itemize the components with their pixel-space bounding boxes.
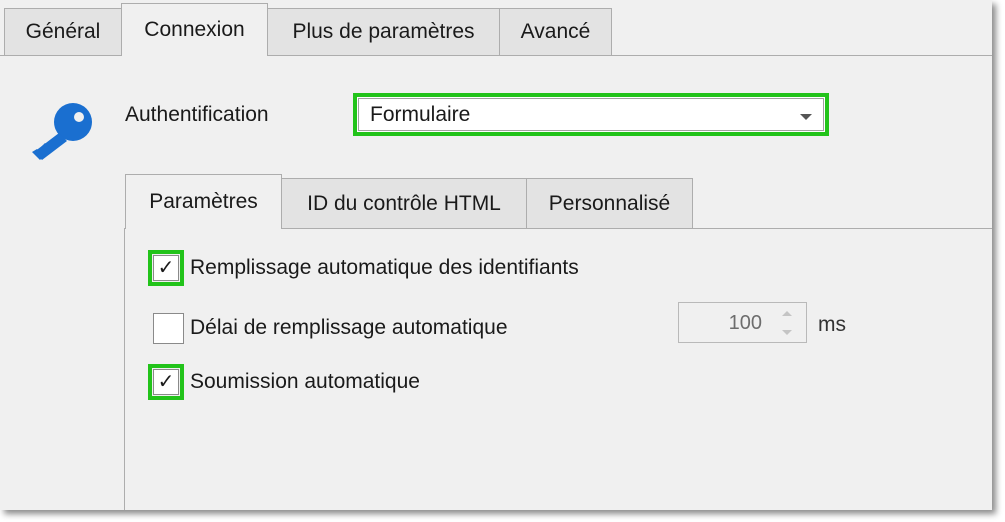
tab-connexion[interactable]: Connexion [121,3,268,56]
check-icon: ✓ [153,255,179,281]
tab-plus-parametres[interactable]: Plus de paramètres [267,8,500,56]
autofill-option[interactable]: ✓ Remplissage automatique des identifian… [148,250,579,286]
autofill-label: Remplissage automatique des identifiants [190,256,579,279]
autosubmit-label: Soumission automatique [190,370,420,393]
authentication-selected-value: Formulaire [370,102,471,126]
tab-parametres[interactable]: Paramètres [125,174,282,229]
spin-down-icon[interactable] [782,330,792,335]
delay-label: Délai de remplissage automatique [190,316,508,339]
tab-personnalise[interactable]: Personnalisé [526,178,693,229]
tab-general[interactable]: Général [4,8,122,56]
delay-spinbox[interactable]: 100 [678,302,807,343]
autosubmit-checkbox[interactable]: ✓ [148,364,184,400]
delay-option[interactable]: Délai de remplissage automatique [150,310,508,346]
chevron-down-icon[interactable] [800,114,812,120]
authentication-combobox[interactable]: Formulaire [353,93,829,136]
tab-avance[interactable]: Avancé [499,8,612,56]
spin-up-icon[interactable] [782,311,792,316]
main-tabstrip: Général Connexion Plus de paramètres Ava… [0,0,992,57]
tab-id-controle-html[interactable]: ID du contrôle HTML [281,178,527,229]
authentication-label: Authentification [125,103,269,126]
delay-unit: ms [818,313,846,336]
check-icon: ✓ [153,369,179,395]
delay-checkbox[interactable] [150,310,186,346]
delay-value: 100 [728,312,762,334]
key-icon [32,103,92,160]
autofill-checkbox[interactable]: ✓ [148,250,184,286]
dialog-window: Général Connexion Plus de paramètres Ava… [0,0,992,510]
autosubmit-option[interactable]: ✓ Soumission automatique [148,364,420,400]
